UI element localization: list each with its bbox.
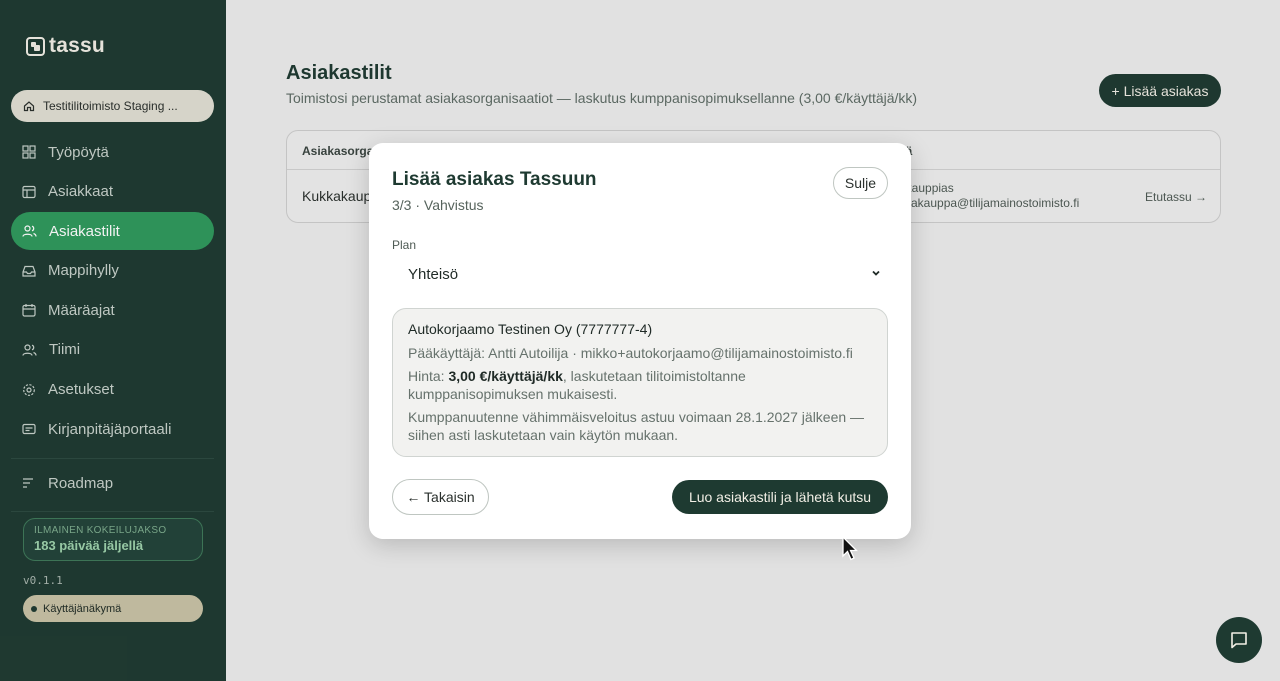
confirmation-summary: Autokorjaamo Testinen Oy (7777777-4) Pää… — [392, 308, 888, 457]
chat-bubble-icon — [1231, 632, 1247, 649]
modal-step: 3/3 · Vahvistus — [392, 197, 484, 213]
chevron-down-icon — [872, 270, 880, 276]
chat-button[interactable] — [1216, 617, 1262, 663]
price-value: 3,00 €/käyttäjä/kk — [448, 368, 563, 384]
price-prefix: Hinta: — [408, 368, 449, 384]
modal-title: Lisää asiakas Tassuun — [392, 169, 597, 190]
summary-minimum-charge: Kumppanuutenne vähimmäisveloitus astuu v… — [408, 409, 865, 443]
back-button[interactable]: ← Takaisin — [392, 479, 489, 515]
plan-select[interactable]: Yhteisö — [392, 257, 888, 291]
mouse-cursor-icon — [842, 536, 859, 561]
plan-selected-value: Yhteisö — [408, 265, 459, 283]
summary-company: Autokorjaamo Testinen Oy (7777777-4) — [408, 321, 653, 337]
close-button[interactable]: Sulje — [833, 167, 888, 199]
add-customer-modal: Lisää asiakas Tassuun 3/3 · Vahvistus Su… — [369, 143, 911, 539]
summary-price: Hinta: 3,00 €/käyttäjä/kk, laskutetaan t… — [408, 367, 872, 403]
summary-admin: Pääkäyttäjä: Antti Autoilija · mikko+aut… — [408, 345, 853, 361]
create-account-button[interactable]: Luo asiakastili ja lähetä kutsu — [672, 480, 888, 514]
plan-label: Plan — [392, 238, 417, 252]
